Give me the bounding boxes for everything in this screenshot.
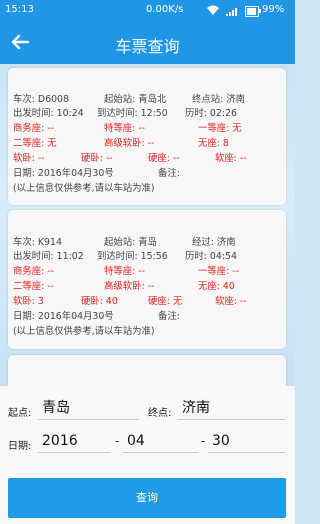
depart-time: 出发时间: 10:24 (13, 108, 84, 119)
disclaimer-note: (以上信息仅供参考,请以车站为准) (13, 183, 155, 194)
hard-sleeper: 硬卧: 40 (81, 296, 118, 307)
depart-time: 出发时间: 11:02 (13, 251, 84, 262)
seat-deluxe-soft-sleeper: 高级软卧: -- (104, 138, 155, 149)
seat-second: 二等座: 无 (13, 138, 57, 149)
soft-sleeper: 软卧: 3 (13, 296, 44, 307)
end-station: 终点站: 济南 (192, 94, 246, 105)
train-result-card[interactable]: 车次: D6008 起始站: 青岛北 终点站: 济南 出发时间: 10:24 到… (8, 68, 286, 205)
to-label: 终点: (148, 408, 172, 419)
date-label: 日期: (8, 441, 32, 452)
train-number: 车次: D6008 (13, 94, 69, 105)
end-station: 经过: 济南 (192, 237, 236, 248)
battery-level: 99% (262, 4, 285, 15)
hard-seat: 硬座: -- (148, 153, 180, 164)
page-title: 车票查询 (115, 37, 180, 56)
duration: 历时: 02:26 (185, 108, 237, 119)
seat-standing: 无座: 8 (198, 138, 229, 149)
signal-icon (226, 8, 237, 16)
arrive-time: 到达时间: 15:56 (97, 251, 168, 262)
travel-date: 日期: 2016年04月30号 (13, 311, 114, 322)
seat-business: 商务座: -- (13, 266, 55, 277)
duration: 历时: 04:54 (185, 251, 237, 262)
seat-standing: 无座: 40 (198, 281, 235, 292)
train-result-card[interactable] (8, 355, 286, 386)
remark: 备注: (158, 311, 180, 322)
date-separator: - (201, 434, 206, 448)
seat-first: 一等座: -- (198, 266, 240, 277)
seat-business: 商务座: -- (13, 123, 55, 134)
query-form: 起点: 青岛 终点: 济南 日期: 2016 - 04 - 30 查询 (0, 386, 295, 524)
nav-bar: 车票查询 (0, 22, 295, 64)
from-label: 起点: (8, 408, 32, 419)
travel-date: 日期: 2016年04月30号 (13, 168, 114, 179)
soft-sleeper: 软卧: -- (13, 153, 45, 164)
start-station: 起始站: 青岛 (104, 237, 158, 248)
disclaimer-note: (以上信息仅供参考,请以车站为准) (13, 326, 155, 337)
remark: 备注: (158, 168, 180, 179)
seat-deluxe-soft-sleeper: 高级软卧: -- (104, 281, 155, 292)
seat-premium: 特等座: -- (104, 266, 146, 277)
soft-seat: 软座: -- (215, 296, 247, 307)
train-number: 车次: K914 (13, 237, 62, 248)
battery-icon (245, 6, 261, 17)
day-input[interactable]: 30 (208, 429, 285, 453)
seat-first: 一等座: 无 (198, 123, 242, 134)
to-station-input[interactable]: 济南 (178, 396, 285, 420)
status-bar: 15:13 0.00K/s 99% (0, 0, 295, 22)
results-list[interactable]: 车次: D6008 起始站: 青岛北 终点站: 济南 出发时间: 10:24 到… (0, 64, 295, 386)
hard-sleeper: 硬卧: -- (81, 153, 113, 164)
start-station: 起始站: 青岛北 (104, 94, 167, 105)
network-speed: 0.00K/s (146, 4, 184, 15)
query-button[interactable]: 查询 (8, 478, 286, 518)
from-station-input[interactable]: 青岛 (38, 396, 139, 420)
hard-seat: 硬座: 无 (148, 296, 183, 307)
wifi-icon (207, 5, 219, 15)
seat-premium: 特等座: -- (104, 123, 146, 134)
soft-seat: 软座: -- (215, 153, 247, 164)
arrive-time: 到达时间: 12:50 (97, 108, 168, 119)
train-result-card[interactable]: 车次: K914 起始站: 青岛 经过: 济南 出发时间: 11:02 到达时间… (8, 210, 286, 349)
year-input[interactable]: 2016 (38, 429, 110, 453)
month-input[interactable]: 04 (123, 429, 198, 453)
date-separator: - (115, 434, 120, 448)
seat-second: 二等座: -- (13, 281, 55, 292)
status-time: 15:13 (5, 4, 34, 15)
